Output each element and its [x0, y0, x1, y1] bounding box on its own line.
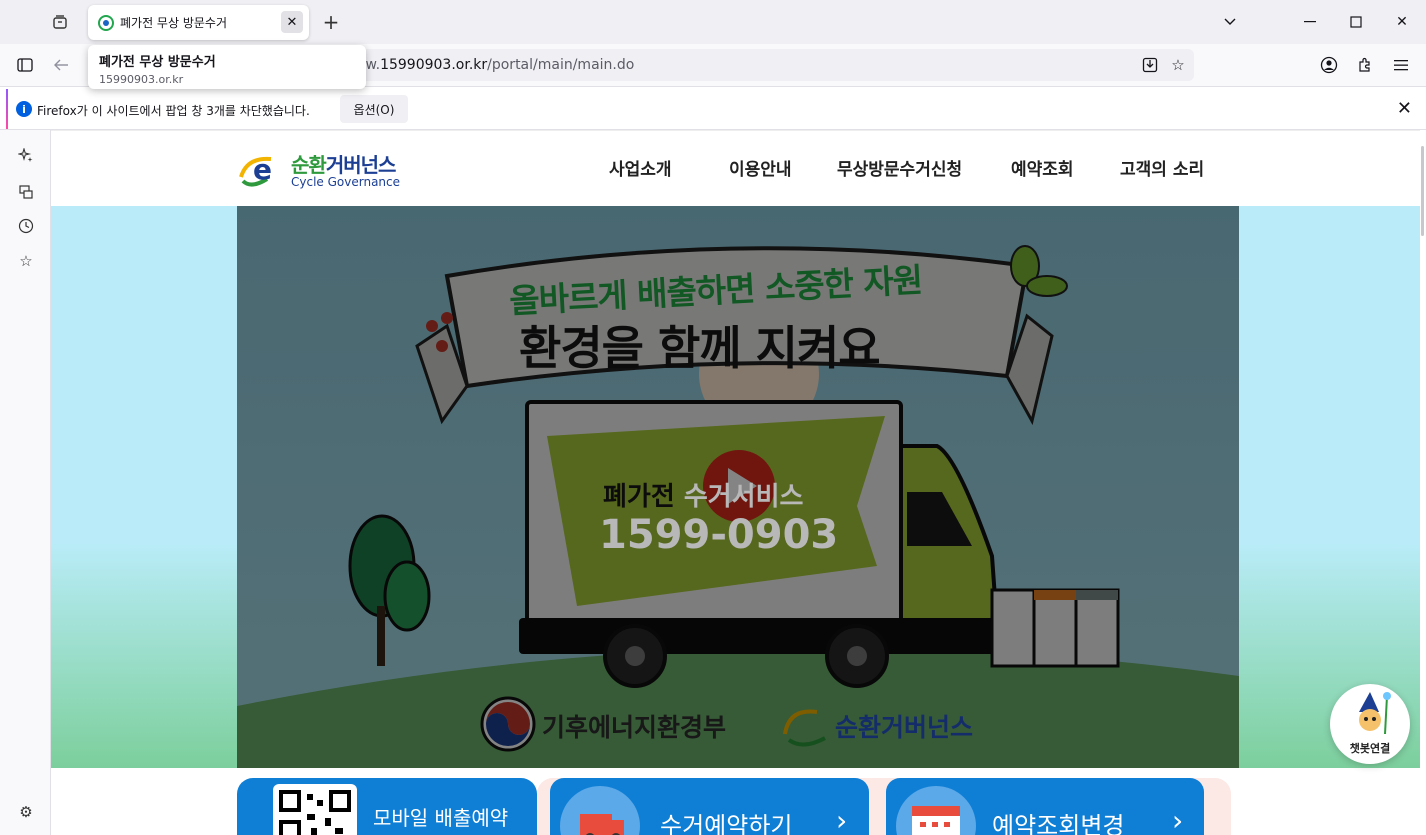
active-tab[interactable]: 폐가전 무상 방문수거 ✕ [88, 5, 309, 40]
notice-accent-bar [6, 89, 8, 129]
site-header: e 순환거버넌스 Cycle Governance 사업소개 이용안내 무상방문… [51, 130, 1420, 206]
menu-usage-guide[interactable]: 이용안내 [729, 155, 792, 180]
hero-left-background [51, 206, 237, 768]
tab-title: 폐가전 무상 방문수거 [120, 16, 227, 30]
ai-chatbot-sparkle-icon[interactable] [14, 144, 38, 168]
history-clock-icon[interactable] [14, 214, 38, 238]
banner-line2: 환경을 함께 지켜요 [519, 321, 881, 375]
logo-e-icon: e [239, 153, 272, 187]
back-arrow-icon[interactable] [47, 51, 75, 79]
lookup-chevron-right-icon: › [1172, 804, 1184, 835]
close-window-icon[interactable]: ✕ [1387, 8, 1417, 36]
qr-code-icon [273, 784, 357, 835]
site-favicon-icon [98, 14, 114, 31]
hero-right-background [1239, 206, 1420, 768]
promo-video[interactable]: 올바르게 배출하면 소중한 자원 환경을 함께 지켜요 폐가전 수거서비스 15… [237, 206, 1239, 768]
url-text[interactable]: ww.15990903.or.kr/portal/main/main.do [354, 57, 634, 73]
maximize-icon[interactable] [1341, 8, 1371, 36]
menu-business-intro[interactable]: 사업소개 [609, 155, 672, 180]
chatbot-button[interactable]: 챗봇연결 [1330, 684, 1410, 764]
calendar-icon [912, 806, 960, 835]
bookmark-star-icon[interactable]: ☆ [1166, 53, 1190, 77]
truck-phone: 1599-0903 [599, 512, 839, 558]
delivery-truck-icon [580, 814, 624, 835]
site-logo[interactable]: e 순환거버넌스 Cycle Governance [237, 149, 417, 193]
minimize-icon[interactable] [1295, 8, 1325, 36]
browser-sidebar: ☆ ⚙ [0, 130, 51, 835]
bookmarks-star-icon[interactable]: ☆ [14, 249, 38, 273]
notice-close-icon[interactable]: ✕ [1397, 98, 1412, 119]
hero-section: 올바르게 배출하면 소중한 자원 환경을 함께 지켜요 폐가전 수거서비스 15… [51, 206, 1420, 768]
reservation-lookup-button[interactable]: 예약조회변경 › [886, 778, 1204, 835]
org-cycle-governance: 순환거버넌스 [835, 713, 974, 742]
calendar-icon-circle [896, 786, 976, 835]
new-tab-icon[interactable]: + [318, 9, 344, 35]
mobile-reservation-box[interactable]: 모바일 배출예약 [237, 778, 537, 835]
extensions-icon[interactable] [1351, 51, 1379, 79]
quick-links: 모바일 배출예약 수거예약하기 › 예약조회변경 › [51, 768, 1420, 835]
org-ministry: 기후에너지환경부 [542, 713, 727, 742]
download-page-icon[interactable] [1138, 53, 1162, 77]
mobile-reservation-label: 모바일 배출예약 [373, 806, 509, 830]
logo-english: Cycle Governance [291, 175, 401, 189]
sidebar-settings-gear-icon[interactable]: ⚙ [14, 800, 38, 824]
menu-free-pickup-request[interactable]: 무상방문수거신청 [837, 155, 962, 180]
account-icon[interactable] [1315, 51, 1343, 79]
truck-icon-circle [560, 786, 640, 835]
reservation-lookup-label: 예약조회변경 [992, 812, 1125, 835]
tab-list-icon[interactable] [46, 8, 74, 36]
scrollbar-thumb[interactable] [1421, 146, 1424, 236]
notice-message: Firefox가 이 사이트에서 팝업 창 3개를 차단했습니다. [37, 104, 310, 118]
notice-options-button[interactable]: 옵션(O) [340, 95, 408, 123]
logo-korean: 순환거버넌스 [291, 153, 396, 177]
chatbot-label: 챗봇연결 [1349, 742, 1391, 755]
info-icon: i [16, 101, 32, 117]
web-page: e 순환거버넌스 Cycle Governance 사업소개 이용안내 무상방문… [51, 130, 1420, 835]
menu-hamburger-icon[interactable] [1387, 51, 1415, 79]
pickup-reservation-button[interactable]: 수거예약하기 › [550, 778, 869, 835]
tooltip-domain: 15990903.or.kr [99, 73, 184, 86]
menu-customer-voice[interactable]: 고객의 소리 [1120, 155, 1204, 180]
wizard-mascot-icon [1359, 692, 1391, 735]
pickup-chevron-right-icon: › [836, 804, 848, 835]
svg-text:e: e [253, 153, 272, 186]
popup-blocked-notification: i Firefox가 이 사이트에서 팝업 창 3개를 차단했습니다. 옵션(O… [0, 86, 1426, 130]
url-bar[interactable]: ww.15990903.or.kr/portal/main/main.do ☆ [350, 49, 1194, 81]
synced-tabs-icon[interactable] [14, 180, 38, 204]
truck-title: 폐가전 수거서비스 [603, 482, 804, 512]
page-scrollbar[interactable] [1420, 130, 1426, 835]
close-tab-icon[interactable]: ✕ [281, 11, 303, 33]
tab-overflow-chevron-icon[interactable] [1215, 8, 1245, 36]
menu-reservation-lookup[interactable]: 예약조회 [1011, 155, 1074, 180]
sidebar-toggle-icon[interactable] [11, 51, 39, 79]
tab-bar: 폐가전 무상 방문수거 ✕ + ✕ [0, 0, 1426, 44]
pickup-reservation-label: 수거예약하기 [660, 812, 793, 835]
tooltip-title: 폐가전 무상 방문수거 [99, 55, 216, 70]
tab-tooltip: 폐가전 무상 방문수거 15990903.or.kr [88, 45, 366, 89]
